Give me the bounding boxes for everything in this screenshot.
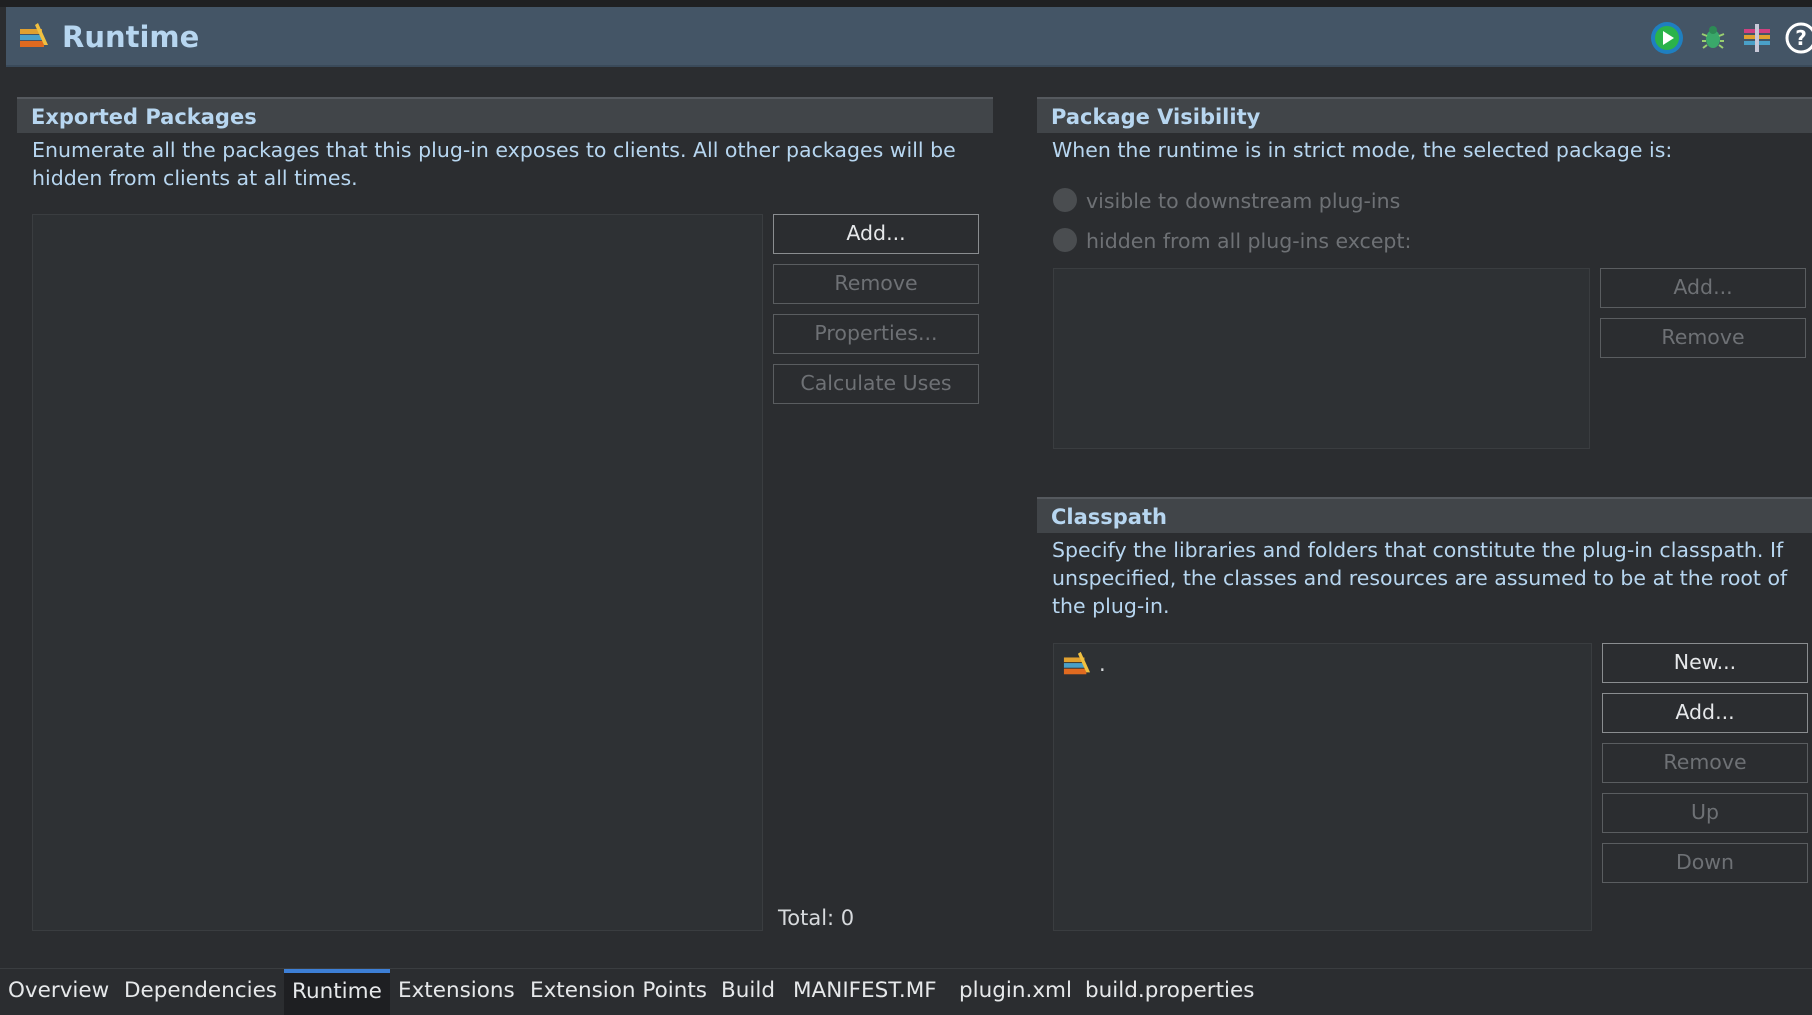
- plugin-icon: [20, 23, 48, 47]
- tab-build-properties[interactable]: build.properties: [1077, 969, 1262, 1015]
- calculate-uses-button[interactable]: Calculate Uses: [773, 364, 979, 404]
- classpath-up-button[interactable]: Up: [1602, 793, 1808, 833]
- classpath-header[interactable]: Classpath: [1037, 497, 1812, 533]
- visible-downstream-label: visible to downstream plug-ins: [1086, 189, 1401, 213]
- tab-manifest[interactable]: MANIFEST.MF: [785, 969, 945, 1015]
- library-icon: [1063, 651, 1091, 675]
- visible-downstream-radio[interactable]: [1053, 188, 1077, 212]
- tab-extension-points[interactable]: Extension Points: [522, 969, 715, 1015]
- exported-remove-button[interactable]: Remove: [773, 264, 979, 304]
- classpath-down-button[interactable]: Down: [1602, 843, 1808, 883]
- exported-packages-header[interactable]: Exported Packages: [17, 97, 993, 133]
- classpath-new-button[interactable]: New...: [1602, 643, 1808, 683]
- package-visibility-title: Package Visibility: [1051, 105, 1261, 129]
- tab-plugin-xml[interactable]: plugin.xml: [951, 969, 1080, 1015]
- tab-build[interactable]: Build: [713, 969, 783, 1015]
- exported-properties-button[interactable]: Properties...: [773, 314, 979, 354]
- page-header: Runtime ?: [6, 7, 1812, 67]
- exported-packages-description: Enumerate all the packages that this plu…: [32, 138, 956, 190]
- run-icon[interactable]: [1650, 21, 1684, 55]
- classpath-title: Classpath: [1051, 505, 1167, 529]
- classpath-add-button[interactable]: Add...: [1602, 693, 1808, 733]
- hidden-except-radio[interactable]: [1053, 228, 1077, 252]
- help-icon[interactable]: ?: [1784, 21, 1812, 55]
- svg-text:?: ?: [1795, 26, 1807, 50]
- profile-icon[interactable]: [1740, 21, 1774, 55]
- package-visibility-description: When the runtime is in strict mode, the …: [1052, 138, 1673, 162]
- classpath-item-label: .: [1099, 652, 1106, 676]
- tab-overview[interactable]: Overview: [0, 969, 117, 1015]
- classpath-list[interactable]: .: [1053, 643, 1592, 931]
- classpath-remove-button[interactable]: Remove: [1602, 743, 1808, 783]
- package-visibility-header[interactable]: Package Visibility: [1037, 97, 1812, 133]
- window-top-strip: [0, 0, 1812, 7]
- visibility-add-button[interactable]: Add...: [1600, 268, 1806, 308]
- tab-extensions[interactable]: Extensions: [390, 969, 523, 1015]
- hidden-except-label: hidden from all plug-ins except:: [1086, 229, 1412, 253]
- editor-tab-bar: Overview Dependencies Runtime Extensions…: [0, 968, 1812, 1015]
- exported-packages-list[interactable]: [32, 214, 763, 931]
- tab-runtime[interactable]: Runtime: [284, 969, 390, 1015]
- debug-icon[interactable]: [1696, 21, 1730, 55]
- visibility-remove-button[interactable]: Remove: [1600, 318, 1806, 358]
- classpath-description: Specify the libraries and folders that c…: [1052, 538, 1788, 618]
- exported-total-count: Total: 0: [778, 906, 855, 930]
- exported-packages-title: Exported Packages: [31, 105, 257, 129]
- visibility-plugins-list[interactable]: [1053, 268, 1590, 449]
- list-item[interactable]: .: [1062, 650, 1262, 680]
- exported-add-button[interactable]: Add...: [773, 214, 979, 254]
- page-title: Runtime: [62, 20, 200, 54]
- tab-dependencies[interactable]: Dependencies: [116, 969, 285, 1015]
